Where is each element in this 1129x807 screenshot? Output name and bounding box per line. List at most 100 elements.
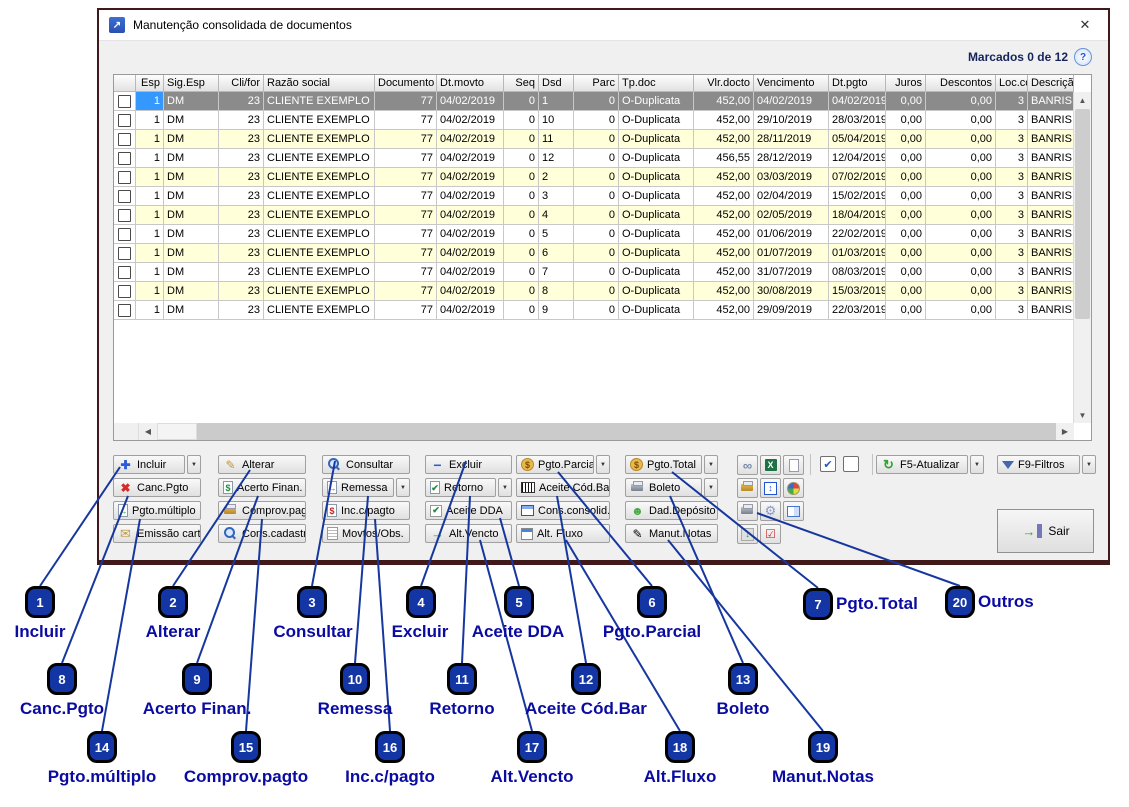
column-header-vencimento[interactable]: Vencimento — [754, 75, 829, 92]
retorno-button[interactable]: ✔Retorno — [425, 478, 496, 497]
column-header-dt-pgto[interactable]: Dt.pgto — [829, 75, 886, 92]
scroll-left-icon[interactable]: ◀ — [139, 423, 157, 440]
cell: 1 — [136, 187, 164, 206]
table-row[interactable]: 1DM23CLIENTE EXEMPLO7704/02/2019060O-Dup… — [114, 244, 1074, 263]
f5-atualizar-button[interactable]: ↻F5-Atualizar — [876, 455, 968, 474]
f9-filtros-button[interactable]: F9-Filtros — [997, 455, 1080, 474]
table-row[interactable]: 1DM23CLIENTE EXEMPLO7704/02/20190120O-Du… — [114, 149, 1074, 168]
row-checkbox[interactable] — [118, 247, 131, 260]
table-row[interactable]: 1DM23CLIENTE EXEMPLO7704/02/20190110O-Du… — [114, 130, 1074, 149]
column-header-descri-o[interactable]: Descrição — [1028, 75, 1074, 92]
column-header-cli-for[interactable]: Cli/for — [219, 75, 264, 92]
boleto-dropdown[interactable]: ▼ — [704, 478, 718, 497]
row-checkbox[interactable] — [118, 209, 131, 222]
alterar-button[interactable]: ✎Alterar — [218, 455, 306, 474]
f5-atualizar-dropdown[interactable]: ▼ — [970, 455, 984, 474]
canc-pgto-button[interactable]: ✖Canc.Pgto — [113, 478, 201, 497]
column-header-tp-doc[interactable]: Tp.doc — [619, 75, 694, 92]
retorno-dropdown[interactable]: ▼ — [498, 478, 512, 497]
row-checkbox[interactable] — [118, 266, 131, 279]
horizontal-scroll-thumb[interactable] — [157, 423, 197, 440]
column-header-juros[interactable]: Juros — [886, 75, 926, 92]
table-row[interactable]: 1DM23CLIENTE EXEMPLO7704/02/2019050O-Dup… — [114, 225, 1074, 244]
column-header-loc-cob[interactable]: Loc.cob — [996, 75, 1028, 92]
scroll-right-icon[interactable]: ▶ — [1056, 423, 1074, 440]
checkbox-checked[interactable]: ✔ — [820, 456, 836, 472]
pgto-parcial-dropdown[interactable]: ▼ — [596, 455, 610, 474]
column-header-dsd[interactable]: Dsd — [539, 75, 574, 92]
aceite-c-d-bar-button[interactable]: Aceite Cód.Bar — [516, 478, 610, 497]
alt-vencto-button[interactable]: →Alt.Vencto — [425, 524, 512, 543]
checklist-tool-button[interactable]: ☑ — [760, 524, 781, 544]
list-options-tool-button[interactable] — [783, 501, 804, 521]
manut-notas-button[interactable]: ✎Manut.Notas — [625, 524, 718, 543]
alt-fluxo-button[interactable]: Alt. Fluxo — [516, 524, 610, 543]
export-tool-button[interactable]: ↓ — [737, 524, 758, 544]
row-checkbox[interactable] — [118, 152, 131, 165]
acerto-finan-button[interactable]: $Acerto Finan. — [218, 478, 306, 497]
incluir-dropdown[interactable]: ▼ — [187, 455, 201, 474]
printer-hand-tool-button[interactable] — [737, 478, 758, 498]
row-checkbox[interactable] — [118, 95, 131, 108]
close-icon[interactable]: ✕ — [1076, 16, 1094, 34]
remessa-button[interactable]: →Remessa — [322, 478, 394, 497]
row-checkbox[interactable] — [118, 228, 131, 241]
boleto-button[interactable]: Boleto — [625, 478, 702, 497]
consultar-button[interactable]: Consultar — [322, 455, 410, 474]
pgto-total-button[interactable]: $Pgto.Total — [625, 455, 702, 474]
vertical-scroll-thumb[interactable] — [1075, 109, 1090, 319]
comprov-pagto-button[interactable]: Comprov.pagto — [218, 501, 306, 520]
column-header-dt-movto[interactable]: Dt.movto — [437, 75, 504, 92]
row-checkbox[interactable] — [118, 171, 131, 184]
pgto-m-ltiplo-button[interactable]: →Pgto.múltiplo — [113, 501, 201, 520]
inc-c-pagto-button[interactable]: $Inc.c/pagto — [322, 501, 410, 520]
scroll-down-icon[interactable]: ▼ — [1074, 407, 1091, 423]
row-checkbox[interactable] — [118, 133, 131, 146]
incluir-button[interactable]: ✚Incluir — [113, 455, 185, 474]
sair-button[interactable]: → Sair — [997, 509, 1094, 553]
column-header-esp[interactable]: Esp — [136, 75, 164, 92]
scroll-up-icon[interactable]: ▲ — [1074, 92, 1091, 108]
cons-consolid-button[interactable]: Cons.consolid. — [516, 501, 610, 520]
new-doc-tool-button[interactable] — [783, 455, 804, 475]
excluir-button[interactable]: −Excluir — [425, 455, 512, 474]
binoculars-tool-button[interactable]: ∞ — [737, 455, 758, 475]
pgto-total-dropdown[interactable]: ▼ — [704, 455, 718, 474]
pgto-parcial-button[interactable]: $Pgto.Parcial — [516, 455, 594, 474]
column-header-sig-esp[interactable]: Sig.Esp — [164, 75, 219, 92]
vertical-scrollbar[interactable]: ▲ ▼ — [1073, 92, 1091, 423]
printer-tool-button[interactable] — [737, 501, 758, 521]
row-checkbox[interactable] — [118, 190, 131, 203]
table-row[interactable]: 1DM23CLIENTE EXEMPLO7704/02/20190100O-Du… — [114, 111, 1074, 130]
table-row[interactable]: 1DM23CLIENTE EXEMPLO7704/02/2019090O-Dup… — [114, 301, 1074, 320]
table-row[interactable]: 1DM23CLIENTE EXEMPLO7704/02/2019020O-Dup… — [114, 168, 1074, 187]
movtos-obs-button[interactable]: Movtos/Obs. — [322, 524, 410, 543]
f9-filtros-dropdown[interactable]: ▼ — [1082, 455, 1096, 474]
excel-tool-button[interactable]: X — [760, 455, 781, 475]
cons-cadastro-button[interactable]: Cons.cadastro — [218, 524, 306, 543]
row-checkbox[interactable] — [118, 304, 131, 317]
emiss-o-carta-button[interactable]: ✉Emissão carta — [113, 524, 201, 543]
horizontal-scrollbar[interactable]: ◀ ▶ — [114, 423, 1074, 440]
help-icon[interactable]: ? — [1074, 48, 1092, 66]
dad-dep-sito-button[interactable]: ☻Dad.Depósito — [625, 501, 718, 520]
column-header-documento[interactable]: Documento — [375, 75, 437, 92]
row-checkbox[interactable] — [118, 114, 131, 127]
row-checkbox[interactable] — [118, 285, 131, 298]
remessa-dropdown[interactable]: ▼ — [396, 478, 410, 497]
gear-tool-button[interactable]: ⚙ — [760, 501, 781, 521]
column-header-descontos[interactable]: Descontos — [926, 75, 996, 92]
table-row[interactable]: 1DM23CLIENTE EXEMPLO7704/02/2019010O-Dup… — [114, 92, 1074, 111]
column-header-raz-o-social[interactable]: Razão social — [264, 75, 375, 92]
column-header-vlr-docto[interactable]: Vlr.docto — [694, 75, 754, 92]
table-row[interactable]: 1DM23CLIENTE EXEMPLO7704/02/2019070O-Dup… — [114, 263, 1074, 282]
column-header-seq[interactable]: Seq — [504, 75, 539, 92]
aceite-dda-button[interactable]: ✔Aceite DDA — [425, 501, 512, 520]
table-row[interactable]: 1DM23CLIENTE EXEMPLO7704/02/2019040O-Dup… — [114, 206, 1074, 225]
column-header-parc[interactable]: Parc — [574, 75, 619, 92]
sort-tool-button[interactable]: ↕ — [760, 478, 781, 498]
table-row[interactable]: 1DM23CLIENTE EXEMPLO7704/02/2019080O-Dup… — [114, 282, 1074, 301]
palette-tool-button[interactable] — [783, 478, 804, 498]
checkbox-unchecked[interactable] — [843, 456, 859, 472]
table-row[interactable]: 1DM23CLIENTE EXEMPLO7704/02/2019030O-Dup… — [114, 187, 1074, 206]
